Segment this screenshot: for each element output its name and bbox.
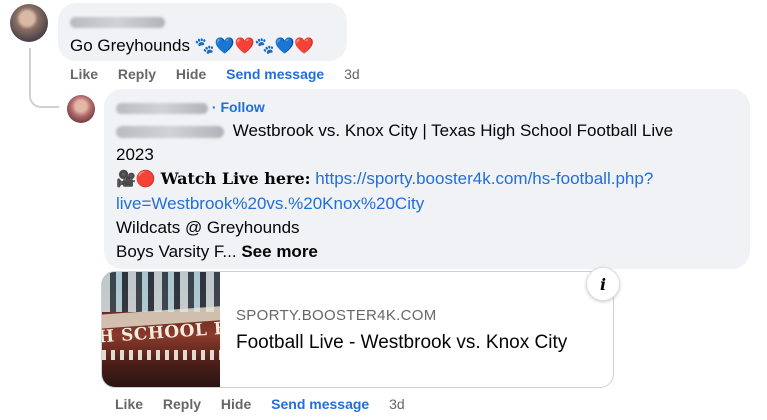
comment-timestamp[interactable]: 3d — [344, 66, 360, 82]
mention-tag-blurred[interactable] — [116, 125, 224, 138]
stadium-stripes — [102, 272, 220, 312]
send-message-button[interactable]: Send message — [271, 396, 369, 412]
matchup-line: Wildcats @ Greyhounds — [116, 218, 300, 237]
reply-title-line: Westbrook vs. Knox City | Texas High Sch… — [232, 121, 674, 140]
football-laces — [102, 350, 220, 360]
reply-year: 2023 — [116, 145, 154, 164]
follow-button[interactable]: · Follow — [212, 99, 265, 115]
reply-bubble: · Follow Westbrook vs. Knox City | Texas… — [104, 89, 750, 269]
stream-link[interactable]: https://sporty.booster4k.com/hs-football… — [315, 169, 653, 188]
hide-button[interactable]: Hide — [176, 66, 206, 82]
hide-button[interactable]: Hide — [221, 396, 251, 412]
link-preview-card[interactable]: H SCHOOL FOO SPORTY.BOOSTER4K.COM Footba… — [101, 271, 614, 388]
link-thumbnail[interactable]: H SCHOOL FOO — [102, 272, 220, 387]
reply-author-name-blurred[interactable] — [116, 102, 208, 114]
reply-button[interactable]: Reply — [118, 66, 156, 82]
commenter-name-blurred[interactable] — [70, 13, 335, 29]
info-icon[interactable]: i — [586, 267, 620, 301]
like-button[interactable]: Like — [115, 396, 143, 412]
reply-author-row: · Follow — [116, 99, 738, 115]
like-button[interactable]: Like — [70, 66, 98, 82]
reply-avatar[interactable] — [67, 95, 95, 123]
reply-thread-line — [29, 48, 59, 108]
commenter-avatar[interactable] — [10, 4, 48, 42]
reply-actions: Like Reply Hide Send message 3d — [115, 396, 421, 412]
truncated-line: Boys Varsity F... — [116, 242, 237, 261]
link-title[interactable]: Football Live - Westbrook vs. Knox City — [236, 332, 567, 354]
comment-actions: Like Reply Hide Send message 3d — [70, 66, 376, 82]
reply-button[interactable]: Reply — [163, 396, 201, 412]
link-domain: SPORTY.BOOSTER4K.COM — [236, 307, 437, 324]
comment-bubble: Go Greyhounds 🐾💙❤️🐾💙❤️ — [58, 3, 347, 61]
comment-text: Go Greyhounds — [70, 36, 191, 55]
send-message-button[interactable]: Send message — [226, 66, 324, 82]
watch-live-label: Watch Live here: — [160, 169, 311, 188]
camera-record-emoji: 🎥🔴 — [116, 171, 156, 188]
reply-timestamp[interactable]: 3d — [389, 396, 405, 412]
stream-link-continued[interactable]: live=Westbrook%20vs.%20Knox%20City — [116, 192, 738, 216]
emoji-string: 🐾💙❤️🐾💙❤️ — [194, 38, 315, 55]
see-more-link[interactable]: See more — [241, 242, 318, 261]
